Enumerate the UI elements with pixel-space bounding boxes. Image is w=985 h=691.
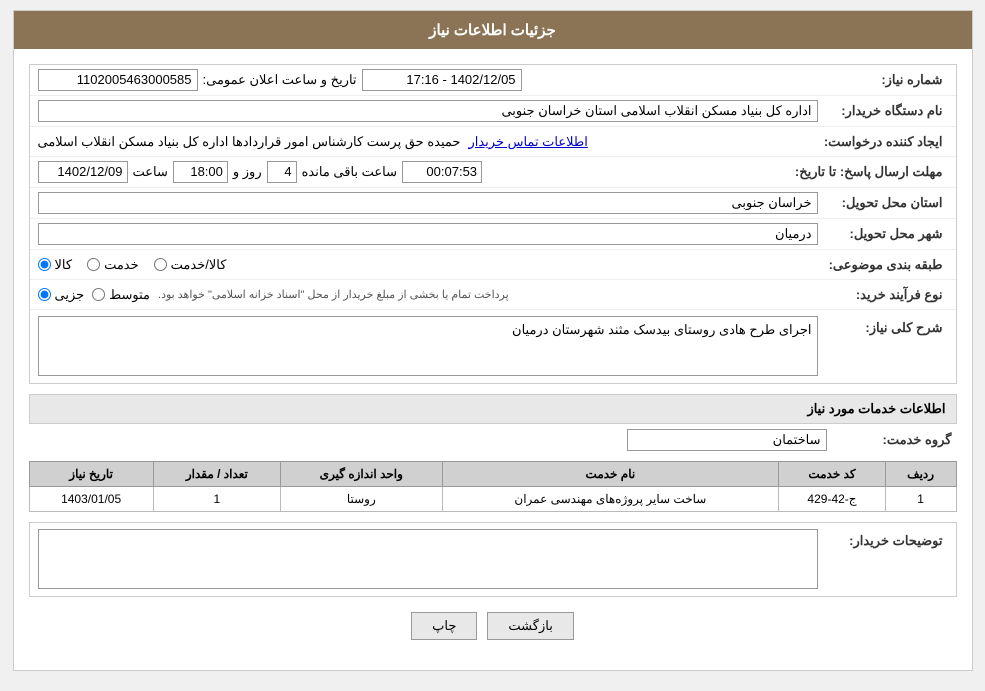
table-header-row: ردیف کد خدمت نام خدمت واحد اندازه گیری ت… [29,462,956,487]
col-quantity: تعداد / مقدار [153,462,280,487]
page-container: جزئیات اطلاعات نیاز شماره نیاز: 1402/12/… [13,10,973,671]
need-number-label: شماره نیاز: [818,72,948,88]
table-row: 1ج-42-429ساخت سایر پروژه‌های مهندسی عمرا… [29,487,956,512]
category-khedmat-label: خدمت [104,257,139,273]
category-label: طبقه بندی موضوعی: [818,257,948,273]
deadline-time-label: ساعت [133,164,168,180]
creator-value: حمیده حق پرست کارشناس امور قراردادها ادا… [38,134,461,150]
description-label: شرح کلی نیاز: [818,316,948,336]
deadline-label: مهلت ارسال پاسخ: تا تاریخ: [795,164,948,180]
purchase-type-group: پرداخت تمام یا بخشی از مبلغ خریدار از مح… [38,287,818,303]
cell-code: ج-42-429 [779,487,886,512]
services-table-section: ردیف کد خدمت نام خدمت واحد اندازه گیری ت… [29,461,957,512]
deadline-group: 00:07:53 ساعت باقی مانده 4 روز و 18:00 س… [38,161,795,183]
date-time-group: 1402/12/05 - 17:16 تاریخ و ساعت اعلان عم… [38,69,818,91]
main-info-section: شماره نیاز: 1402/12/05 - 17:16 تاریخ و س… [29,64,957,384]
content: شماره نیاز: 1402/12/05 - 17:16 تاریخ و س… [14,49,972,670]
creator-value-group: اطلاعات تماس خریدار حمیده حق پرست کارشنا… [38,134,818,150]
col-unit: واحد اندازه گیری [281,462,443,487]
announce-date-label: تاریخ و ساعت اعلان عمومی: [203,72,357,88]
button-row: بازگشت چاپ [29,612,957,655]
row-creator: ایجاد کننده درخواست: اطلاعات تماس خریدار… [30,127,956,157]
row-description: شرح کلی نیاز: document.querySelector('[d… [30,310,956,383]
row-purchase-type: نوع فرآیند خرید: پرداخت تمام یا بخشی از … [30,280,956,310]
row-buyer-notes: توضیحات خریدار: [29,522,957,597]
purchase-motavasset-item: متوسط [92,287,150,303]
row-buyer-org: نام دستگاه خریدار: اداره کل بنیاد مسکن ا… [30,96,956,127]
need-number-value: 1102005463000585 [38,69,198,91]
purchase-note: پرداخت تمام یا بخشی از مبلغ خریدار از مح… [158,288,509,301]
deadline-date: 1402/12/09 [38,161,128,183]
col-service-name: نام خدمت [442,462,779,487]
category-khedmat-radio[interactable] [87,258,100,271]
buyer-org-value: اداره کل بنیاد مسکن انقلاب اسلامی استان … [38,100,818,122]
deadline-remaining: 00:07:53 [402,161,482,183]
col-service-code: کد خدمت [779,462,886,487]
services-table: ردیف کد خدمت نام خدمت واحد اندازه گیری ت… [29,461,957,512]
deadline-days: 4 [267,161,297,183]
purchase-motavasset-label: متوسط [109,287,150,303]
deadline-time: 18:00 [173,161,228,183]
col-date: تاریخ نیاز [29,462,153,487]
service-group-value: ساختمان [627,429,827,451]
cell-quantity: 1 [153,487,280,512]
cell-date: 1403/01/05 [29,487,153,512]
category-kala-khedmat-radio[interactable] [154,258,167,271]
announce-date-value: 1402/12/05 - 17:16 [362,69,522,91]
creator-label: ایجاد کننده درخواست: [818,134,948,150]
print-button[interactable]: چاپ [411,612,477,640]
province-value: خراسان جنوبی [38,192,818,214]
page-header: جزئیات اطلاعات نیاز [14,11,972,49]
purchase-type-label: نوع فرآیند خرید: [818,287,948,303]
cell-row: 1 [885,487,956,512]
category-kala-label: کالا [55,257,73,273]
category-kala-khedmat-label: کالا/خدمت [171,257,227,273]
description-wrapper: document.querySelector('[data-name="desc… [38,316,818,379]
creator-link[interactable]: اطلاعات تماس خریدار [468,134,587,150]
description-textarea[interactable] [38,316,818,376]
back-button[interactable]: بازگشت [487,612,573,640]
buyer-org-label: نام دستگاه خریدار: [818,103,948,119]
buyer-notes-label: توضیحات خریدار: [818,529,948,549]
deadline-days-label: روز و [233,164,262,180]
col-row-number: ردیف [885,462,956,487]
page-title: جزئیات اطلاعات نیاز [429,22,556,39]
row-category: طبقه بندی موضوعی: کالا/خدمت خدمت کالا [30,250,956,280]
purchase-jozei-item: جزیی [38,287,85,303]
row-city: شهر محل تحویل: درمیان [30,219,956,250]
city-label: شهر محل تحویل: [818,226,948,242]
row-deadline: مهلت ارسال پاسخ: تا تاریخ: 00:07:53 ساعت… [30,157,956,188]
category-khedmat-item: خدمت [87,257,139,273]
purchase-motavasset-radio[interactable] [92,288,105,301]
service-group-row: گروه خدمت: ساختمان [29,429,957,451]
cell-name: ساخت سایر پروژه‌های مهندسی عمران [442,487,779,512]
category-kala-radio[interactable] [38,258,51,271]
deadline-remaining-label: ساعت باقی مانده [302,164,397,180]
category-radio-group: کالا/خدمت خدمت کالا [38,257,818,273]
row-need-number: شماره نیاز: 1402/12/05 - 17:16 تاریخ و س… [30,65,956,96]
row-province: استان محل تحویل: خراسان جنوبی [30,188,956,219]
purchase-jozei-radio[interactable] [38,288,51,301]
buyer-notes-wrapper [38,529,818,592]
service-group-label: گروه خدمت: [827,432,957,448]
city-value: درمیان [38,223,818,245]
buyer-notes-textarea[interactable] [38,529,818,589]
purchase-jozei-label: جزیی [55,287,85,303]
cell-unit: روستا [281,487,443,512]
services-section-title: اطلاعات خدمات مورد نیاز [29,394,957,424]
province-label: استان محل تحویل: [818,195,948,211]
category-kala-item: کالا [38,257,73,273]
category-kala-khedmat-item: کالا/خدمت [154,257,227,273]
